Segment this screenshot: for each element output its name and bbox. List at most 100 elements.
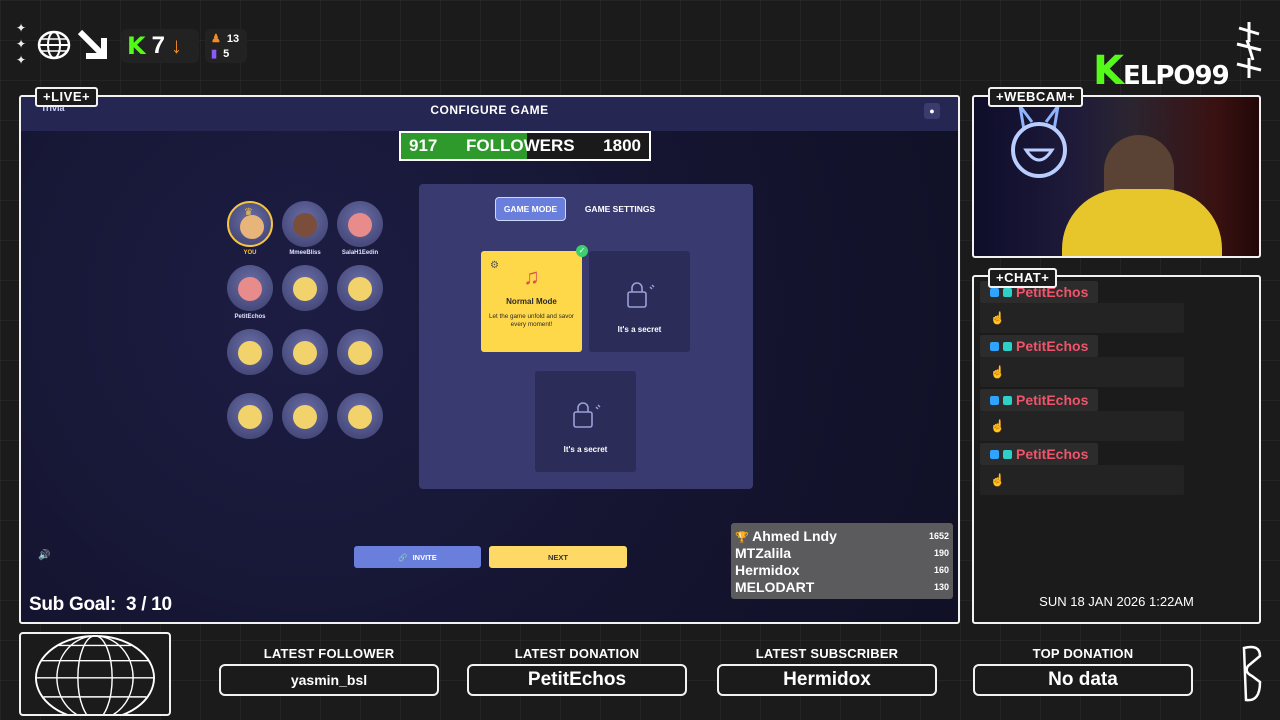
leader-name: MTZalila (735, 544, 792, 561)
normal-mode-card[interactable]: ✓ ⚙ ♫ Normal Mode Let the game unfold an… (481, 245, 588, 352)
empty-slot-avatar (337, 329, 383, 375)
live-tag: +LIVE+ (35, 87, 99, 107)
empty-slot-avatar (227, 329, 273, 375)
leader-name: Hermidox (735, 561, 800, 578)
kick-icon: K (127, 32, 146, 60)
webcam-tag: +WEBCAM+ (988, 87, 1084, 107)
latest-follower-value: yasmin_bsl (219, 664, 439, 696)
chat-message: PetitEchos ☝ (980, 389, 1184, 441)
badge-icon (1003, 287, 1012, 297)
empty-slot-avatar (282, 265, 328, 311)
live-panel: Trivia CONFIGURE GAME ● 917 FOLLOWERS 18… (19, 95, 960, 624)
stat-bottom: 5 (223, 47, 230, 60)
link-icon: 🔗 (398, 552, 408, 562)
empty-slot-avatar (227, 393, 273, 439)
next-button[interactable]: NEXT (489, 546, 627, 568)
tab-game-settings[interactable]: GAME SETTINGS (579, 197, 661, 221)
game-mode-panel: GAME MODE GAME SETTINGS ✓ ⚙ ♫ Normal Mod… (419, 184, 753, 489)
page-title: CONFIGURE GAME (430, 103, 549, 117)
invite-button[interactable]: 🔗 INVITE (354, 546, 481, 568)
viewer-count: 7 (151, 32, 165, 59)
player-name: MmeeBliss (289, 250, 321, 256)
latest-subscriber-value: Hermidox (717, 664, 937, 696)
latest-subscriber-title: LATEST SUBSCRIBER (755, 646, 899, 661)
player-avatar-you[interactable]: ♛ (227, 201, 273, 247)
person-icon: ♟ (211, 33, 221, 45)
down-arrow-icon: ↓ (170, 33, 182, 58)
chat-text: ☝ (980, 411, 1184, 441)
invite-label: INVITE (412, 552, 437, 562)
chat-username: PetitEchos (1016, 338, 1089, 354)
decorative-shape-icon (1242, 645, 1262, 702)
lock-icon (573, 402, 601, 428)
badge-icon (1003, 449, 1012, 459)
top-donation-title: TOP DONATION (1032, 646, 1134, 661)
player-avatar[interactable] (282, 201, 328, 247)
date-time: SUN 18 JAN 2026 1:22AM (1039, 594, 1194, 609)
leaderboard-row: Hermidox 160 (735, 561, 949, 578)
chat-tag: +CHAT+ (988, 268, 1058, 288)
latest-donation-title: LATEST DONATION (514, 646, 640, 661)
secret-mode-card[interactable]: It's a secret (535, 371, 636, 472)
neon-bunny-icon (1011, 105, 1067, 178)
chat-message: PetitEchos ☝ (980, 335, 1184, 387)
chat-message: PetitEchos ☝ (980, 443, 1184, 495)
webcam-panel (972, 95, 1261, 258)
tab-game-mode[interactable]: GAME MODE (495, 197, 566, 221)
empty-slot-avatar (282, 329, 328, 375)
globe-icon (37, 30, 71, 60)
followers-goal: 1800 (603, 136, 641, 155)
chat-username: PetitEchos (1016, 446, 1089, 462)
leaderboard-row: MELODART 130 (735, 579, 949, 596)
empty-slot-avatar (282, 393, 328, 439)
top-donation-value: No data (973, 664, 1193, 696)
badge-icon (990, 395, 999, 405)
followers-goal-bar: 917 FOLLOWERS 1800 (399, 131, 651, 161)
player-avatar[interactable] (227, 265, 273, 311)
trophy-icon: 🏆 (735, 531, 749, 544)
crown-icon: ♛ (244, 207, 253, 218)
normal-mode-description: Let the game unfold and savor every mome… (488, 313, 575, 328)
latest-subscriber: LATEST SUBSCRIBER Hermidox (717, 646, 937, 696)
badge-icon (1003, 395, 1012, 405)
sub-goal: Sub Goal: 3 / 10 (29, 594, 172, 615)
chat-text: ☝ (980, 357, 1184, 387)
streamer-body (1062, 189, 1222, 256)
game-topbar: Trivia CONFIGURE GAME ● (21, 97, 958, 131)
badge-icon (1003, 341, 1012, 351)
followers-current: 917 (409, 136, 438, 155)
leaderboard-row: 🏆 Ahmed Lndy 1652 (735, 527, 949, 544)
player-name: SalaH1Eedin (341, 250, 379, 256)
latest-follower: LATEST FOLLOWER yasmin_bsl (219, 646, 439, 696)
brand-logo: KELPO99 (1093, 48, 1230, 94)
secret-mode-title: It's a secret (563, 445, 608, 454)
volume-icon[interactable]: 🔊 (38, 550, 50, 561)
chat-username: PetitEchos (1016, 392, 1089, 408)
leader-name: Ahmed Lndy (752, 527, 837, 544)
stat-top: 13 (226, 32, 240, 45)
badge-icon (990, 341, 999, 351)
arrow-icon (77, 29, 107, 59)
badge-icon (990, 287, 999, 297)
music-note-icon: ♫ (523, 264, 540, 289)
top-donation: TOP DONATION No data (973, 646, 1193, 696)
secret-mode-card[interactable]: It's a secret (589, 251, 690, 352)
badge-icon (990, 449, 999, 459)
player-grid: ♛ YOU MmeeBliss SalaH1Eedin PetitEchos (227, 201, 387, 441)
lock-icon (627, 282, 655, 308)
chart-icon: ▮ (211, 48, 218, 60)
leader-score: 130 (933, 582, 949, 593)
chat-message: PetitEchos ☝ (980, 281, 1184, 333)
latest-donation: LATEST DONATION PetitEchos (467, 646, 687, 696)
kick-viewer-count: K 7 ↓ (121, 29, 199, 63)
sparkle-icons: ✦ ✦ ✦ (16, 21, 27, 67)
stats-pill: ♟ 13 ▮ 5 (205, 29, 247, 63)
leaderboard-row: MTZalila 190 (735, 544, 949, 561)
player-name: PetitEchos (234, 314, 266, 320)
close-icon[interactable]: ● (924, 103, 940, 119)
latest-donation-value: PetitEchos (467, 664, 687, 696)
player-avatar[interactable] (337, 201, 383, 247)
followers-label: FOLLOWERS (465, 136, 575, 155)
empty-slot-avatar (337, 393, 383, 439)
sparkle-cluster-icon (1236, 22, 1262, 78)
